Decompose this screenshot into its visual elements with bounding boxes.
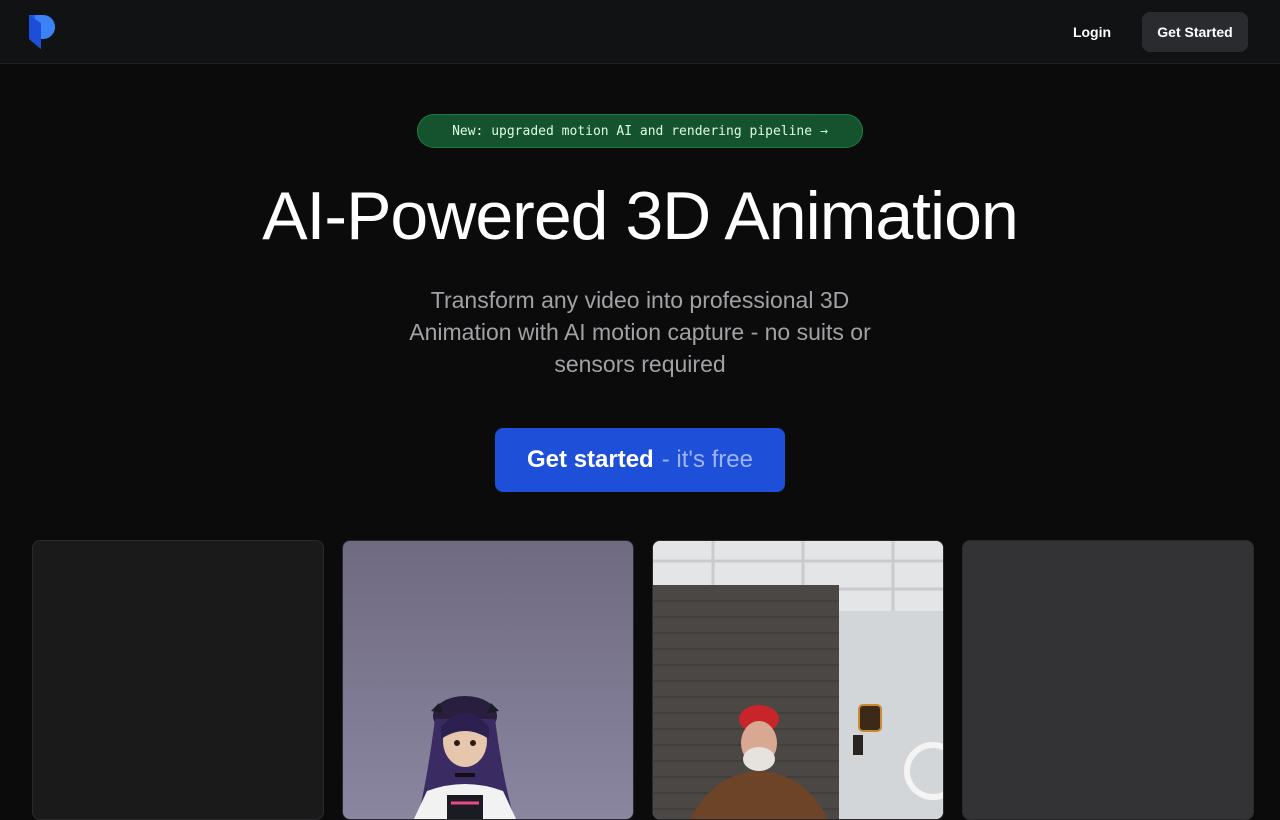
login-link[interactable]: Login: [1062, 12, 1122, 52]
hero-subtitle: Transform any video into professional 3D…: [409, 287, 871, 377]
anime-character-image: [413, 696, 517, 819]
showcase-card-4[interactable]: [962, 540, 1254, 820]
announcement-text: New: upgraded motion AI and rendering pi…: [452, 123, 813, 139]
top-navigation: Login Get Started: [0, 0, 1280, 64]
hero-title: AI-Powered 3D Animation: [262, 178, 1019, 254]
announcement-badge[interactable]: New: upgraded motion AI and rendering pi…: [417, 114, 863, 148]
showcase-card-3[interactable]: [652, 540, 944, 820]
brand-logo-icon[interactable]: [29, 15, 55, 49]
motion-capture-video-frame: [653, 541, 943, 819]
arrow-right-icon: →: [820, 123, 828, 139]
showcase-card-2[interactable]: [342, 540, 634, 820]
showcase-card-1[interactable]: [32, 540, 324, 820]
get-started-nav-button[interactable]: Get Started: [1142, 12, 1248, 52]
cta-secondary-label: - it's free: [661, 446, 753, 473]
cta-primary-label: Get started: [527, 446, 654, 473]
get-started-hero-button[interactable]: Get started - it's free: [495, 428, 785, 492]
